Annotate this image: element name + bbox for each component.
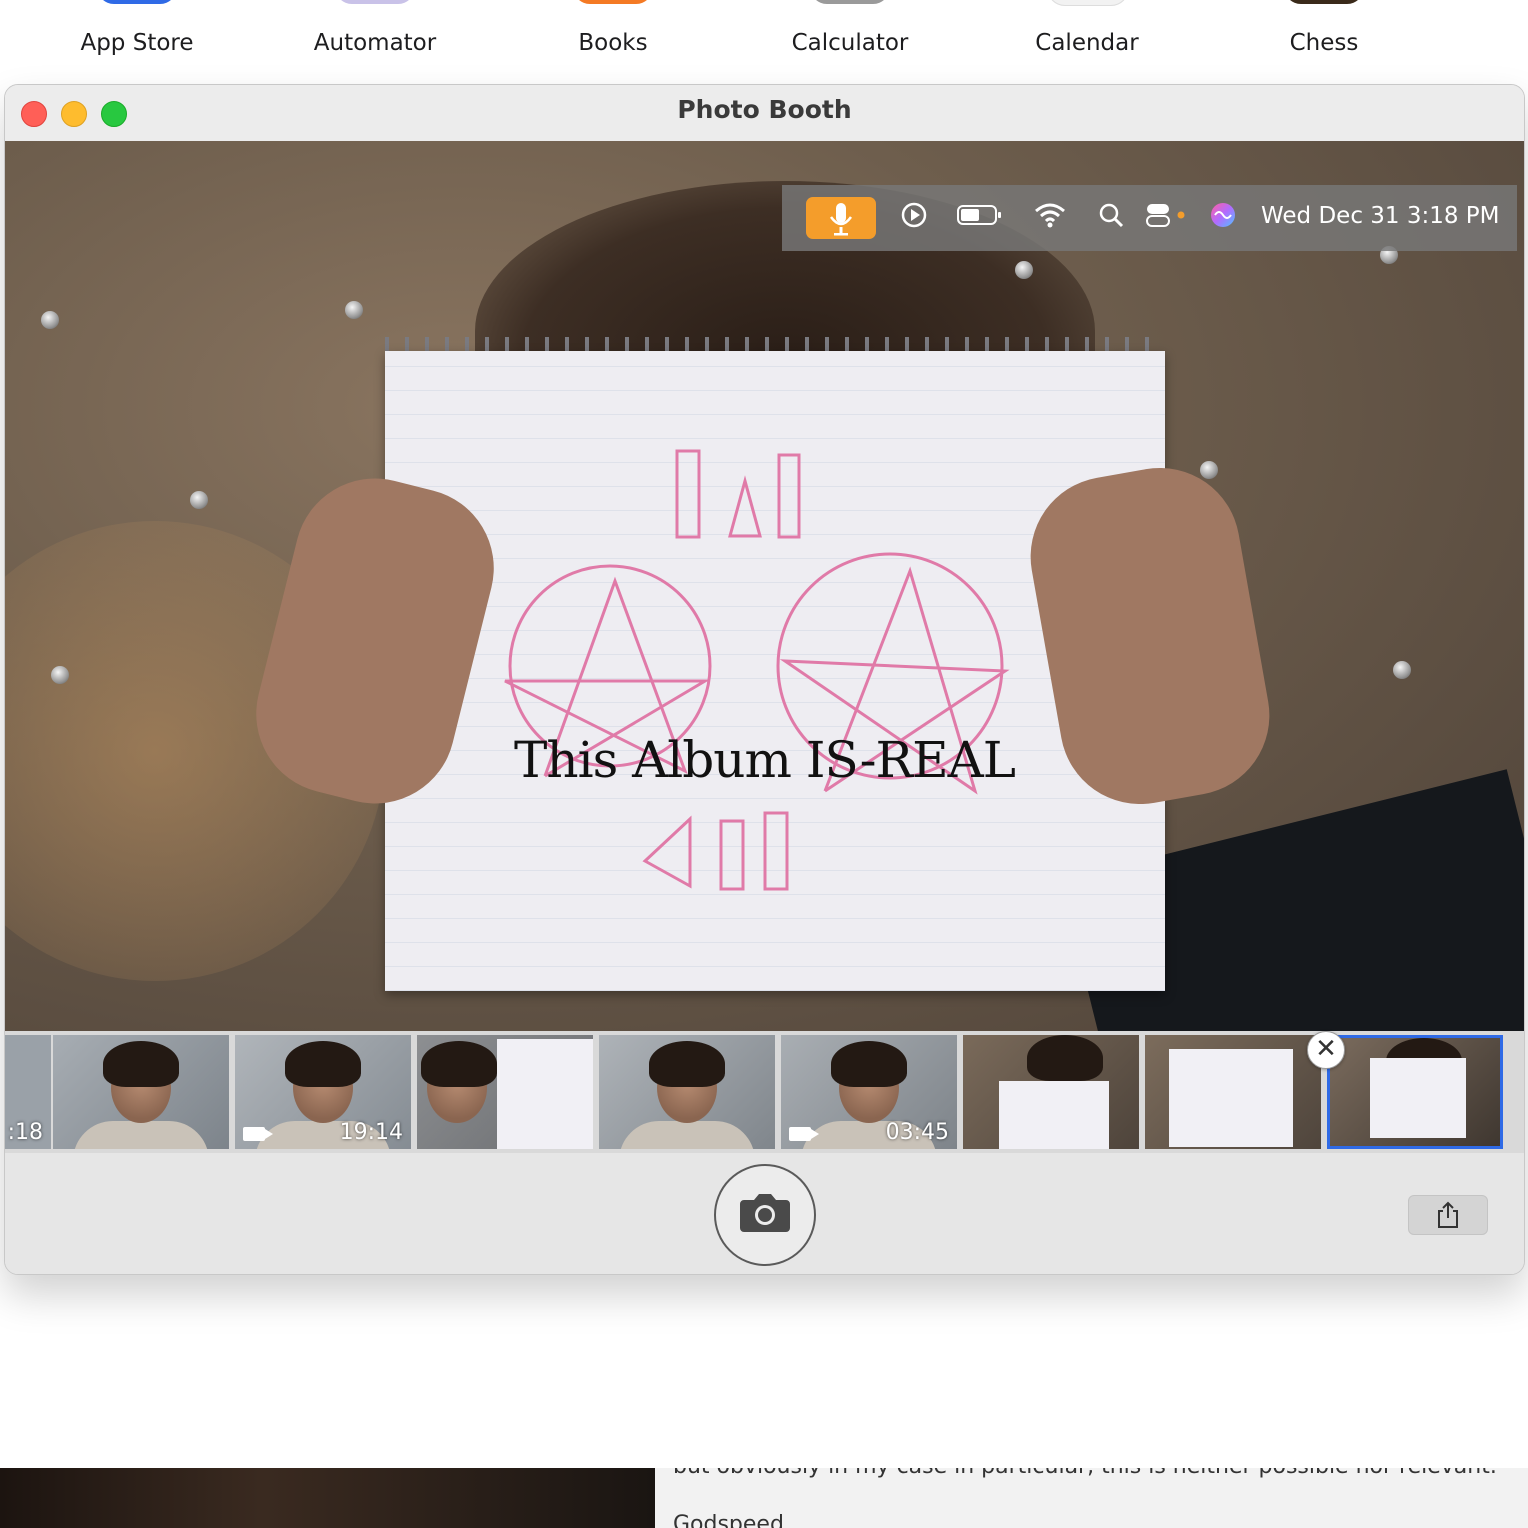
bottom-toolbar: [5, 1153, 1524, 1274]
thumbnail-shirt: [619, 1121, 755, 1149]
take-photo-button[interactable]: [714, 1164, 816, 1266]
thumbnail-video[interactable]: 03:45: [781, 1035, 957, 1149]
video-duration: 19:14: [339, 1120, 403, 1145]
background-image: [0, 1468, 655, 1528]
notebook-page: [385, 351, 1165, 991]
thumbnail-hair: [649, 1041, 725, 1087]
chess-icon[interactable]: [1284, 0, 1364, 4]
control-center-icon[interactable]: [1145, 201, 1189, 238]
thumbnail-video[interactable]: 19:14: [235, 1035, 411, 1149]
document-line: Godspeed: [673, 1512, 784, 1528]
thumbnail-photo[interactable]: [1145, 1035, 1321, 1149]
menu-bar-clock[interactable]: Wed Dec 31 3:18 PM: [1261, 203, 1500, 229]
button-tuft: [345, 301, 363, 319]
pink-drawings: [504, 449, 1010, 891]
button-tuft: [1015, 261, 1033, 279]
thumbnail-notebook: [497, 1039, 593, 1149]
calendar-icon[interactable]: [1047, 0, 1129, 6]
background-document: but obviously in my case in particular, …: [655, 1468, 1528, 1528]
app-store-icon[interactable]: [97, 0, 177, 4]
thumbnail-notebook: [999, 1081, 1109, 1149]
thumbnail-photo[interactable]: [599, 1035, 775, 1149]
window-title: Photo Booth: [677, 95, 852, 124]
video-caption: This Album IS-REAL: [514, 731, 1016, 789]
wifi-icon[interactable]: [1034, 201, 1066, 238]
thumbnail-hair: [421, 1041, 497, 1087]
calculator-icon[interactable]: [810, 0, 890, 4]
app-label: Chess: [1289, 30, 1359, 56]
share-button[interactable]: [1408, 1195, 1488, 1235]
thumbnail-hair: [1027, 1035, 1103, 1081]
button-tuft: [190, 491, 208, 509]
siri-icon[interactable]: [1209, 201, 1237, 238]
thumbnail-notebook: [1169, 1049, 1293, 1147]
share-icon: [1438, 1201, 1458, 1228]
menu-bar: Wed Dec 31 3:18 PM: [782, 185, 1517, 251]
app-label: Books: [578, 30, 648, 56]
launchpad-apps-row: App Store Automator Books Calculator Cal…: [0, 0, 1528, 84]
button-tuft: [41, 311, 59, 329]
battery-icon[interactable]: [956, 201, 1002, 238]
close-icon: ✕: [1315, 1034, 1337, 1064]
thumbnail-photo[interactable]: [963, 1035, 1139, 1149]
thumbnail-photo[interactable]: [417, 1035, 593, 1149]
video-duration: :18: [7, 1120, 43, 1145]
button-tuft: [1200, 461, 1218, 479]
automator-icon[interactable]: [335, 0, 415, 4]
title-bar[interactable]: Photo Booth: [5, 85, 1524, 142]
video-camera-icon: [243, 1127, 273, 1141]
drawn-triangle: [728, 475, 762, 538]
drawn-bar: [763, 811, 789, 891]
drawn-bar: [675, 449, 701, 539]
drawn-triangle: [642, 815, 692, 889]
button-tuft: [51, 666, 69, 684]
document-line: but obviously in my case in particular, …: [673, 1468, 1497, 1479]
thumbnail-hair: [831, 1041, 907, 1087]
thumbnail-hair: [285, 1041, 361, 1087]
search-icon[interactable]: [1097, 201, 1125, 238]
camera-preview: This Album IS-REAL Wed Dec 31 3:18 PM: [5, 141, 1524, 1031]
thumbnail-strip[interactable]: :18 19:14 03:45: [5, 1031, 1524, 1153]
thumbnail-hair: [103, 1041, 179, 1087]
app-label: Automator: [313, 30, 437, 56]
thumbnail-video[interactable]: :18: [5, 1035, 51, 1149]
microphone-icon: [829, 203, 853, 236]
video-camera-icon: [789, 1127, 819, 1141]
video-duration: 03:45: [885, 1120, 949, 1145]
thumbnail-shirt: [73, 1121, 209, 1149]
books-icon[interactable]: [573, 0, 653, 4]
app-label: App Store: [80, 30, 194, 56]
microphone-indicator[interactable]: [806, 197, 876, 239]
photo-booth-window: Photo Booth This Album IS-REAL Wed Dec 3…: [4, 84, 1525, 1275]
app-label: Calculator: [791, 30, 909, 56]
thumbnail-photo[interactable]: [53, 1035, 229, 1149]
drawn-bar: [719, 819, 745, 891]
app-label: Calendar: [1035, 30, 1139, 56]
play-circle-icon[interactable]: [900, 201, 928, 238]
delete-thumbnail-button[interactable]: ✕: [1307, 1031, 1345, 1069]
thumbnail-photo-selected[interactable]: [1327, 1035, 1503, 1149]
background-windows: but obviously in my case in particular, …: [0, 1468, 1528, 1528]
drawn-bar: [777, 453, 801, 539]
button-tuft: [1393, 661, 1411, 679]
thumbnail-notebook: [1370, 1058, 1466, 1138]
camera-icon: [740, 1194, 790, 1232]
